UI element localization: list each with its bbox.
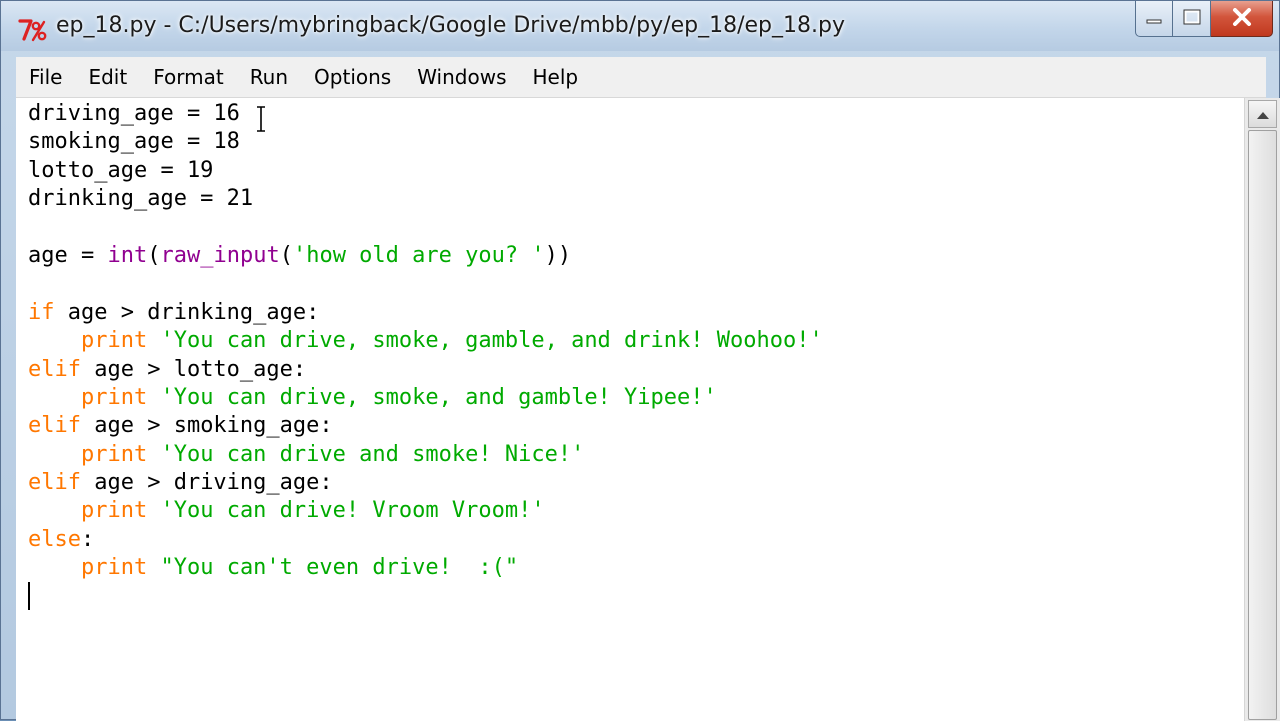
maximize-icon — [1183, 9, 1201, 29]
code-token-string: 'You can drive and smoke! Nice!' — [160, 441, 585, 467]
scroll-up-button[interactable] — [1248, 100, 1277, 128]
code-token-plain: smoking_age = 18 — [28, 129, 240, 155]
window-controls — [1135, 1, 1273, 39]
code-line[interactable]: drinking_age = 21 — [28, 185, 823, 213]
code-token-plain: ( — [279, 242, 293, 268]
code-text[interactable]: driving_age = 16 smoking_age = 18 lotto_ag… — [28, 100, 823, 611]
code-line[interactable]: print "You can't even drive! :(" — [28, 554, 823, 582]
code-line[interactable] — [28, 583, 823, 611]
vertical-scrollbar[interactable] — [1244, 98, 1280, 721]
minimize-button[interactable] — [1135, 1, 1173, 37]
menu-options[interactable]: Options — [301, 57, 404, 97]
code-line[interactable]: elif age > driving_age: — [28, 469, 823, 497]
window-title: ep_18.py - C:/Users/mybringback/Google D… — [56, 13, 845, 38]
menu-help[interactable]: Help — [520, 57, 592, 97]
code-line[interactable]: driving_age = 16 — [28, 100, 823, 128]
code-line[interactable]: print 'You can drive and smoke! Nice!' — [28, 441, 823, 469]
code-token-keyword: if — [28, 299, 55, 325]
menu-bar: File Edit Format Run Options Windows Hel… — [16, 57, 1266, 98]
code-token-plain: age = — [28, 242, 108, 268]
code-token-keyword: elif — [28, 356, 81, 382]
code-line[interactable]: age = int(raw_input('how old are you? ')… — [28, 242, 823, 270]
code-editor[interactable]: driving_age = 16 smoking_age = 18 lotto_ag… — [16, 98, 1244, 721]
code-token-keyword: print — [80, 441, 148, 467]
code-token-plain: drinking_age = 21 — [28, 186, 254, 212]
code-token-plain: : — [80, 526, 95, 552]
menu-edit[interactable]: Edit — [75, 57, 140, 97]
minimize-icon — [1146, 9, 1162, 28]
code-line[interactable]: smoking_age = 18 — [28, 128, 823, 156]
code-token-plain: age > driving_age: — [80, 470, 333, 496]
code-line[interactable]: lotto_age = 19 — [28, 157, 823, 185]
code-token-keyword: print — [80, 328, 148, 354]
close-icon — [1232, 7, 1252, 30]
code-line[interactable]: print 'You can drive, smoke, gamble, and… — [28, 327, 823, 355]
code-token-keyword: print — [80, 498, 148, 524]
code-line[interactable]: if age > drinking_age: — [28, 299, 823, 327]
idle-python-icon[interactable] — [17, 15, 47, 43]
scroll-thumb[interactable] — [1248, 130, 1277, 720]
close-button[interactable] — [1211, 1, 1273, 37]
code-token-string: 'You can drive, smoke, gamble, and drink… — [160, 328, 823, 354]
code-token-plain: )) — [544, 242, 572, 268]
menu-file[interactable]: File — [16, 57, 75, 97]
code-token-builtin: int — [107, 242, 148, 268]
code-token-string: "You can't even drive! :(" — [160, 555, 519, 581]
menu-windows[interactable]: Windows — [404, 57, 519, 97]
code-line[interactable]: print 'You can drive, smoke, and gamble!… — [28, 384, 823, 412]
code-token-keyword: elif — [28, 470, 81, 496]
code-token-plain: ( — [147, 242, 161, 268]
maximize-button[interactable] — [1173, 1, 1211, 37]
code-token-plain: driving_age = 16 — [28, 101, 240, 126]
code-token-keyword: print — [80, 555, 148, 581]
code-token-keyword: print — [80, 384, 148, 410]
code-token-string: 'You can drive! Vroom Vroom!' — [160, 498, 545, 524]
code-line[interactable]: elif age > smoking_age: — [28, 412, 823, 440]
title-bar[interactable]: ep_18.py - C:/Users/mybringback/Google D… — [1, 1, 1279, 51]
code-line[interactable] — [28, 214, 823, 242]
code-token-plain: age > smoking_age: — [80, 413, 333, 439]
code-token-plain: age > drinking_age: — [54, 299, 320, 325]
code-token-keyword: else — [28, 526, 81, 552]
code-token-plain: lotto_age = 19 — [28, 157, 214, 183]
code-token-string: 'how old are you? ' — [292, 242, 545, 268]
text-caret — [28, 582, 30, 610]
scroll-up-arrow-icon — [1256, 105, 1270, 124]
code-token-plain: age > lotto_age: — [80, 356, 307, 382]
code-line[interactable]: else: — [28, 526, 823, 554]
idle-editor-window: ep_18.py - C:/Users/mybringback/Google D… — [0, 0, 1280, 721]
code-line[interactable] — [28, 270, 823, 298]
code-token-string: 'You can drive, smoke, and gamble! Yipee… — [160, 384, 717, 410]
code-token-keyword: elif — [28, 413, 81, 439]
ibeam-cursor-icon — [255, 106, 267, 132]
menu-format[interactable]: Format — [140, 57, 236, 97]
code-line[interactable]: elif age > lotto_age: — [28, 356, 823, 384]
menu-run[interactable]: Run — [237, 57, 301, 97]
code-token-builtin: raw_input — [160, 242, 280, 268]
code-line[interactable]: print 'You can drive! Vroom Vroom!' — [28, 497, 823, 525]
